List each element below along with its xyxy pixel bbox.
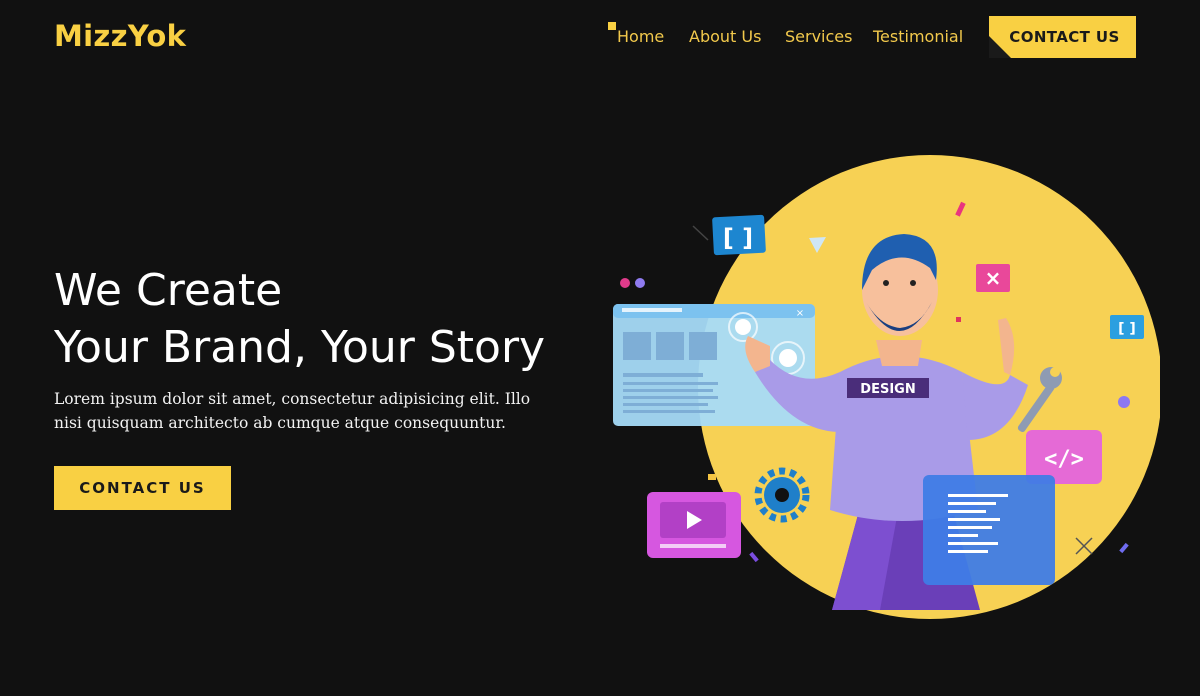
svg-text:DESIGN: DESIGN [860,382,915,397]
hero-description: Lorem ipsum dolor sit amet, consectetur … [54,390,531,432]
confetti-dot-purple [635,278,645,288]
nav-active-indicator [608,22,616,30]
confetti-yellow [708,474,716,480]
nav-contact-button[interactable]: CONTACT US [989,16,1136,58]
nav-item-home[interactable]: Home [617,27,664,46]
brackets-icon: [ ] [712,214,766,256]
nav-contact-label: CONTACT US [1009,28,1120,46]
nav-item-testimonial[interactable]: Testimonial [873,27,963,46]
nav-item-services[interactable]: Services [785,27,852,46]
hero-contact-button[interactable]: CONTACT US [54,466,231,510]
confetti-dot-pink [620,278,630,288]
svg-text:</>: </> [1044,447,1084,472]
confetti-violet [749,551,759,563]
svg-text:×: × [985,266,1002,290]
ui-window-code [923,475,1055,585]
brand-logo[interactable]: MizzYok [54,19,186,53]
close-icon: × [976,264,1010,292]
confetti-red [956,317,961,322]
play-icon [647,492,741,558]
nav-item-about-us[interactable]: About Us [689,27,761,46]
confetti-dot-right [1118,396,1130,408]
svg-text:[ ]: [ ] [1118,321,1136,337]
svg-text:[ ]: [ ] [723,224,753,252]
confetti-line [692,225,709,241]
hero-title: We Create Your Brand, Your Story [54,262,545,376]
hero-illustration: × [ ] [ ] DESIGN × </> [613,155,1160,619]
brackets-icon-small: [ ] [1110,315,1144,339]
hero-title-line1: We Create [54,265,283,316]
confetti-blue [1119,542,1129,554]
svg-text:×: × [796,308,804,319]
hero-title-line2: Your Brand, Your Story [54,322,546,373]
hero-contact-label: CONTACT US [79,479,206,497]
